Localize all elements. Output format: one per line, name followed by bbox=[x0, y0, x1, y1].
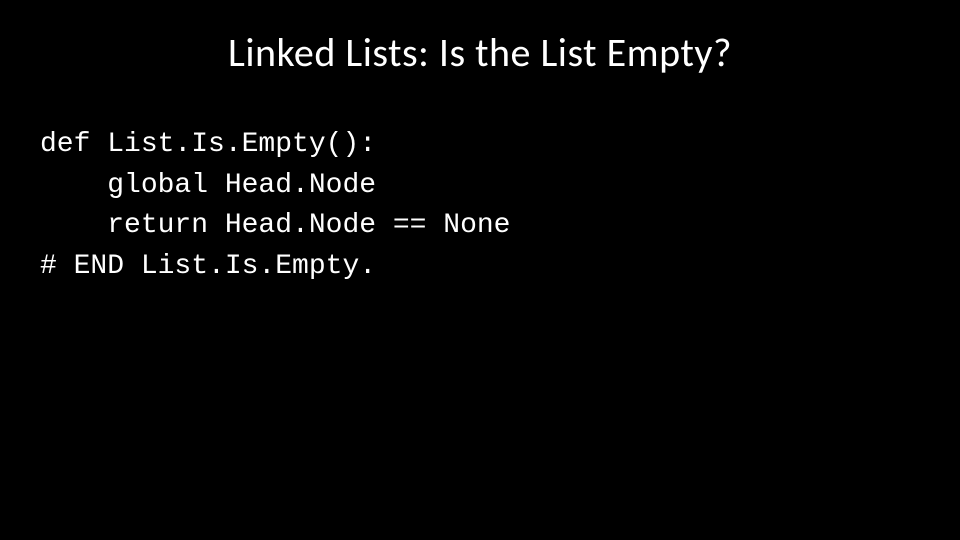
code-block: def List.Is.Empty(): global Head.Node re… bbox=[0, 97, 960, 287]
code-line-1: def List.Is.Empty(): bbox=[40, 129, 376, 160]
code-line-3: return Head.Node == None bbox=[40, 210, 510, 241]
code-line-4: # END List.Is.Empty. bbox=[40, 251, 376, 282]
slide-title: Linked Lists: Is the List Empty? bbox=[0, 0, 960, 97]
code-line-2: global Head.Node bbox=[40, 170, 376, 201]
